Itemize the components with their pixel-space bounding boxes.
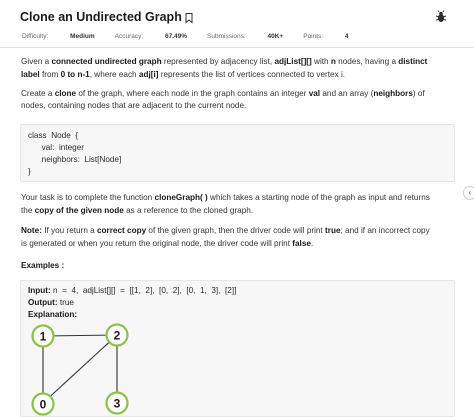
points: Points: 4 <box>303 33 349 40</box>
node-label: 0 <box>40 398 47 412</box>
task-paragraph: Your task is to complete the function cl… <box>21 193 430 215</box>
code-line: } <box>28 167 31 176</box>
code-line: val: integer <box>28 143 84 152</box>
graph-node-2: 2 <box>105 323 129 347</box>
node-class-code-block: class Node { val: integer neighbors: Lis… <box>20 124 455 182</box>
collapse-panel-chevron-icon[interactable]: ‹ <box>463 186 474 200</box>
node-label: 3 <box>114 397 121 411</box>
problem-description: Given a connected undirected graph repre… <box>21 56 461 119</box>
bookmark-icon[interactable] <box>184 11 194 24</box>
bug-icon[interactable] <box>434 10 448 24</box>
example-block: Input: n = 4, adjList[][] = [[1, 2], [0,… <box>20 280 455 417</box>
description-paragraph-2: Create a clone of the graph, where each … <box>21 88 425 111</box>
note-paragraph: Note: If you return a correct copy of th… <box>21 226 430 248</box>
header-divider <box>0 47 474 48</box>
examples-heading: Examples : <box>21 261 65 270</box>
difficulty: Difficulty: Medium <box>22 33 95 40</box>
problem-header: Clone an Undirected Graph <box>0 0 474 30</box>
code-line: neighbors: List[Node] <box>28 155 122 164</box>
graph-node-1: 1 <box>31 324 55 348</box>
problem-title: Clone an Undirected Graph <box>20 10 182 24</box>
graph-node-0: 0 <box>31 392 55 416</box>
description-paragraph-1: Given a connected undirected graph repre… <box>21 57 428 79</box>
code-line: class Node { <box>28 131 79 140</box>
title-row: Clone an Undirected Graph <box>20 10 194 24</box>
node-label: 1 <box>40 330 47 344</box>
submissions: Submissions: 40K+ <box>207 33 284 40</box>
accuracy: Accuracy: 67.49% <box>114 33 188 40</box>
example-graph: 1 2 0 3 <box>31 323 129 416</box>
graph-node-3: 3 <box>105 391 129 415</box>
graph-edge <box>42 334 118 404</box>
problem-meta: Difficulty: Medium Accuracy: 67.49% Subm… <box>22 33 369 40</box>
node-label: 2 <box>114 329 121 343</box>
